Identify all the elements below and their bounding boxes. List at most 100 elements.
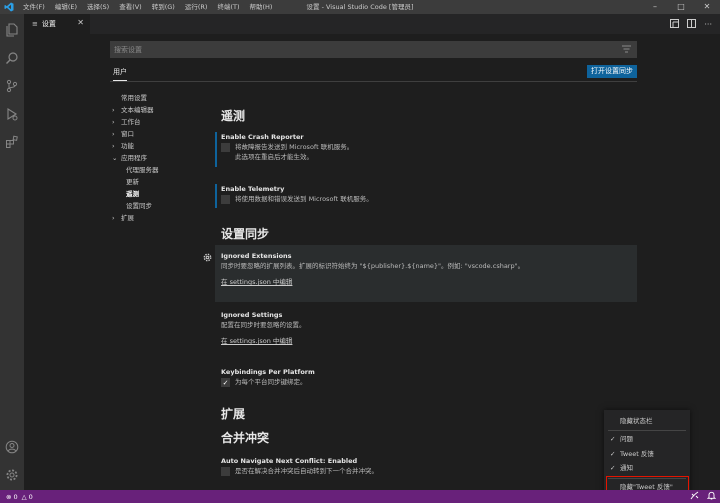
toc-item-text-editor[interactable]: › 文本编辑器 bbox=[112, 104, 212, 116]
chevron-right-icon: › bbox=[112, 106, 115, 114]
error-icon: ⊗ bbox=[6, 492, 12, 501]
vscode-logo-icon bbox=[0, 0, 18, 14]
tab-user[interactable]: 用户 bbox=[113, 67, 127, 81]
maximize-icon[interactable]: □ bbox=[668, 0, 694, 14]
menu-help[interactable]: 帮助(H) bbox=[244, 0, 277, 14]
setting-description: 是否在解决合并冲突后自动转到下一个合并冲突。 bbox=[235, 467, 378, 475]
toc-item-workbench[interactable]: › 工作台 bbox=[112, 116, 212, 128]
setting-title-prefix: Auto Navigate Next Conflict: bbox=[221, 457, 328, 465]
tab-settings[interactable]: ≡ 设置 ✕ bbox=[24, 14, 90, 34]
open-settings-sync-button[interactable]: 打开设置同步 bbox=[587, 65, 637, 78]
auto-navigate-checkbox[interactable] bbox=[221, 467, 230, 476]
chevron-right-icon: › bbox=[112, 130, 115, 138]
editor-tab-bar: ≡ 设置 ✕ ··· bbox=[24, 14, 720, 34]
source-control-icon[interactable] bbox=[3, 77, 21, 95]
settings-scope-bar: 用户 打开设置同步 bbox=[110, 64, 637, 82]
toc-item-application[interactable]: ⌄ 应用程序 bbox=[112, 152, 212, 164]
edit-in-settings-json-link[interactable]: 在 settings.json 中编辑 bbox=[221, 277, 637, 287]
setting-description-2: 此选项在重启后才能生效。 bbox=[235, 153, 313, 161]
chevron-down-icon: ⌄ bbox=[112, 154, 118, 162]
toc-item-settings-sync[interactable]: 设置同步 bbox=[112, 200, 212, 212]
menu-go[interactable]: 转到(G) bbox=[147, 0, 180, 14]
toc-label: 更新 bbox=[126, 178, 139, 186]
checkmark-icon: ✓ bbox=[610, 450, 616, 458]
section-title-settings-sync: 设置同步 bbox=[221, 227, 270, 241]
menu-separator bbox=[608, 430, 686, 431]
chevron-right-icon: › bbox=[112, 142, 115, 150]
tweet-feedback-icon[interactable] bbox=[690, 491, 699, 502]
filter-icon[interactable] bbox=[622, 45, 631, 55]
setting-title: Enable Crash Reporter bbox=[221, 133, 304, 141]
toc-label: 工作台 bbox=[121, 118, 141, 126]
editor-actions: ··· bbox=[670, 14, 712, 34]
manage-gear-icon[interactable] bbox=[3, 466, 21, 484]
account-icon[interactable] bbox=[3, 438, 21, 456]
setting-ignored-settings: Ignored Settings 配置在同步时要忽略的设置。 在 setting… bbox=[215, 310, 637, 350]
minimize-icon[interactable]: – bbox=[642, 0, 668, 14]
chevron-right-icon: › bbox=[112, 214, 115, 222]
explorer-icon[interactable] bbox=[3, 21, 21, 39]
split-editor-icon[interactable] bbox=[687, 18, 697, 30]
menu-item-tweet-feedback[interactable]: ✓ Tweet 反馈 bbox=[604, 448, 690, 460]
section-title-merge-conflict: 合并冲突 bbox=[221, 431, 270, 445]
setting-enable-telemetry: Enable Telemetry 将使用数据和错误发送到 Microsoft 联… bbox=[215, 184, 637, 208]
setting-enable-crash-reporter: Enable Crash Reporter 将故障报告发送到 Microsoft… bbox=[215, 132, 637, 167]
toc-label: 常用设置 bbox=[121, 94, 147, 102]
settings-file-icon: ≡ bbox=[32, 20, 38, 28]
toc-label: 应用程序 bbox=[121, 154, 147, 162]
close-window-icon[interactable]: ✕ bbox=[694, 0, 720, 14]
toc-item-common[interactable]: 常用设置 bbox=[112, 92, 212, 104]
toc-item-features[interactable]: › 功能 bbox=[112, 140, 212, 152]
warning-count: 0 bbox=[28, 492, 33, 501]
toc-label: 功能 bbox=[121, 142, 134, 150]
menu-selection[interactable]: 选择(S) bbox=[82, 0, 114, 14]
keybindings-checkbox[interactable]: ✓ bbox=[221, 378, 230, 387]
toc-label: 扩展 bbox=[121, 214, 134, 222]
toc-item-extensions[interactable]: › 扩展 bbox=[112, 212, 212, 224]
toc-item-telemetry[interactable]: 遥测 bbox=[112, 188, 212, 200]
menu-bar: 文件(F) 编辑(E) 选择(S) 查看(V) 转到(G) 运行(R) 终端(T… bbox=[18, 0, 277, 14]
setting-description: 将故障报告发送到 Microsoft 联机服务。 bbox=[235, 143, 354, 151]
setting-ignored-extensions: Ignored Extensions 同步时要忽略的扩展列表。扩展的标识符始终为… bbox=[215, 245, 637, 302]
menu-run[interactable]: 运行(R) bbox=[180, 0, 213, 14]
setting-gear-icon[interactable] bbox=[203, 253, 212, 264]
settings-search-bar bbox=[110, 41, 637, 58]
search-icon[interactable] bbox=[3, 49, 21, 67]
menu-file[interactable]: 文件(F) bbox=[18, 0, 50, 14]
toc-label: 窗口 bbox=[121, 130, 134, 138]
toc-item-proxy[interactable]: 代理服务器 bbox=[112, 164, 212, 176]
problems-indicator[interactable]: ⊗ 0 △ 0 bbox=[0, 493, 33, 501]
error-count: 0 bbox=[13, 492, 18, 501]
run-debug-icon[interactable] bbox=[3, 105, 21, 123]
toc-item-update[interactable]: 更新 bbox=[112, 176, 212, 188]
toc-label: 文本编辑器 bbox=[121, 106, 154, 114]
menu-label: Tweet 反馈 bbox=[620, 450, 654, 458]
crash-reporter-checkbox[interactable] bbox=[221, 143, 230, 152]
open-settings-json-icon[interactable] bbox=[670, 18, 680, 30]
status-bar: ⊗ 0 △ 0 bbox=[0, 490, 720, 503]
setting-description: 为每个平台同步键绑定。 bbox=[235, 378, 307, 386]
toc-label: 遥测 bbox=[126, 190, 139, 198]
close-icon[interactable]: ✕ bbox=[77, 18, 84, 27]
edit-in-settings-json-link[interactable]: 在 settings.json 中编辑 bbox=[221, 336, 637, 346]
menu-terminal[interactable]: 终端(T) bbox=[212, 0, 244, 14]
menu-view[interactable]: 查看(V) bbox=[114, 0, 147, 14]
checkmark-icon: ✓ bbox=[610, 464, 616, 472]
menu-item-notifications[interactable]: ✓ 通知 bbox=[604, 462, 690, 474]
setting-title: Keybindings Per Platform bbox=[221, 368, 315, 376]
toc-item-window[interactable]: › 窗口 bbox=[112, 128, 212, 140]
menu-item-problems[interactable]: ✓ 问题 bbox=[604, 433, 690, 445]
warning-icon: △ bbox=[21, 492, 27, 501]
menu-edit[interactable]: 编辑(E) bbox=[50, 0, 82, 14]
checkmark-icon: ✓ bbox=[610, 435, 616, 443]
setting-title-value: Enabled bbox=[327, 457, 358, 465]
menu-item-hide-status-bar[interactable]: 隐藏状态栏 bbox=[604, 415, 690, 427]
more-actions-icon[interactable]: ··· bbox=[704, 20, 712, 29]
notifications-bell-icon[interactable] bbox=[706, 491, 717, 502]
extensions-icon[interactable] bbox=[3, 133, 21, 151]
search-input[interactable] bbox=[114, 45, 604, 54]
setting-title: Ignored Settings bbox=[221, 311, 283, 319]
telemetry-checkbox[interactable] bbox=[221, 195, 230, 204]
setting-description: 同步时要忽略的扩展列表。扩展的标识符始终为 "${publisher}.${na… bbox=[221, 262, 525, 270]
window-controls: – □ ✕ bbox=[642, 0, 720, 14]
